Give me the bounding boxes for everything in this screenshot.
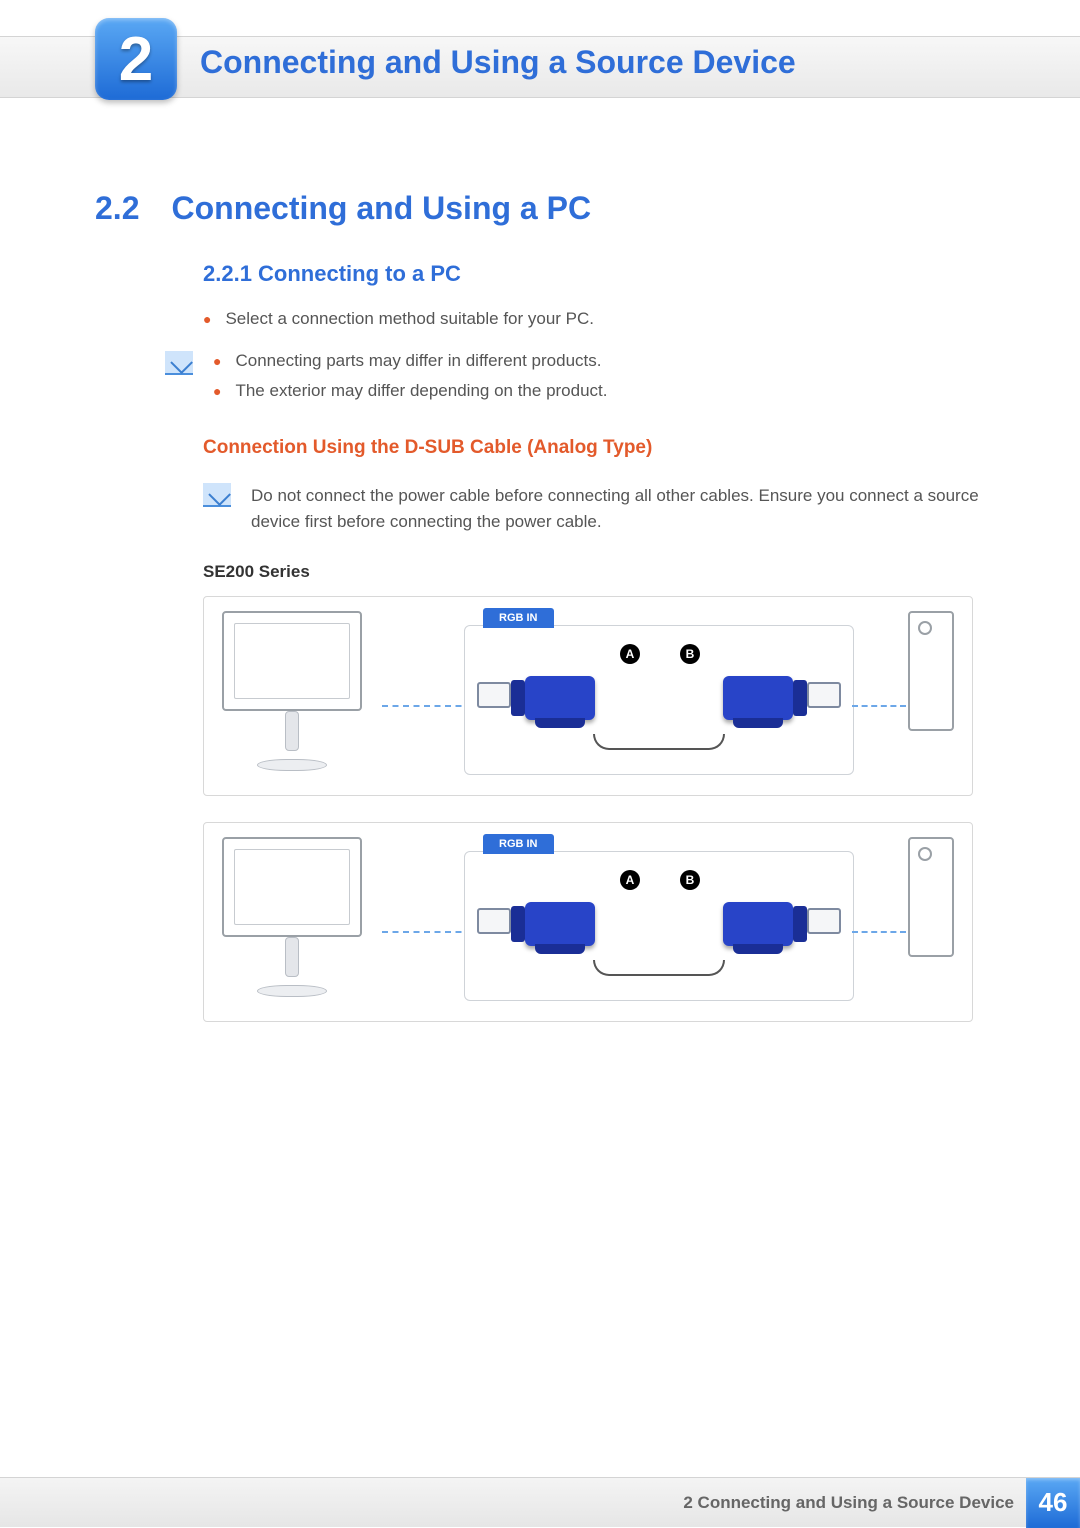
page-body: 2.2 Connecting and Using a PC 2.2.1 Conn…: [95, 190, 985, 1022]
note-list: ● Connecting parts may differ in differe…: [213, 351, 985, 411]
section-heading: 2.2 Connecting and Using a PC: [95, 190, 985, 227]
chapter-title: Connecting and Using a Source Device: [200, 44, 796, 81]
subsection-heading: 2.2.1 Connecting to a PC: [203, 261, 985, 287]
bullet-icon: ●: [203, 309, 211, 329]
note-item: ● Connecting parts may differ in differe…: [213, 351, 985, 371]
cable-line-icon: [593, 960, 725, 976]
note-icon: [165, 351, 193, 375]
dsub-heading: Connection Using the D-SUB Cable (Analog…: [203, 437, 985, 459]
series-label: SE200 Series: [203, 562, 985, 582]
intro-bullet-text: Select a connection method suitable for …: [225, 309, 594, 329]
dashed-line-icon: [852, 931, 906, 933]
port-slot-icon: [807, 682, 841, 708]
dsub-connector-icon: [525, 676, 595, 720]
chapter-number-badge: 2: [95, 18, 177, 100]
note-item: ● The exterior may differ depending on t…: [213, 381, 985, 401]
pc-tower-icon: [908, 837, 954, 957]
bullet-icon: ●: [213, 351, 221, 371]
page-footer: 2 Connecting and Using a Source Device 4…: [0, 1477, 1080, 1527]
connection-diagram: RGB IN A B: [203, 822, 973, 1022]
diagram-stack: RGB IN A B RGB IN A: [203, 596, 985, 1022]
note-icon: [203, 483, 231, 507]
badge-a: A: [620, 644, 640, 664]
dashed-line-icon: [382, 931, 472, 933]
badge-b: B: [680, 644, 700, 664]
footer-chapter-ref: 2 Connecting and Using a Source Device: [683, 1493, 1014, 1513]
cable-panel: RGB IN A B: [464, 851, 854, 1001]
port-label: RGB IN: [483, 608, 554, 628]
note-text: Connecting parts may differ in different…: [235, 351, 601, 371]
port-slot-icon: [477, 682, 511, 708]
pc-tower-icon: [908, 611, 954, 731]
dashed-line-icon: [852, 705, 906, 707]
note-text: The exterior may differ depending on the…: [235, 381, 607, 401]
cable-panel: RGB IN A B: [464, 625, 854, 775]
dsub-connector-icon: [723, 902, 793, 946]
monitor-rear-icon: [222, 837, 382, 1007]
port-label: RGB IN: [483, 834, 554, 854]
dashed-line-icon: [382, 705, 472, 707]
note-block-warning: Do not connect the power cable before co…: [203, 483, 985, 536]
bullet-icon: ●: [213, 381, 221, 401]
dsub-connector-icon: [525, 902, 595, 946]
connection-diagram: RGB IN A B: [203, 596, 973, 796]
section-title: Connecting and Using a PC: [171, 190, 591, 227]
page-number: 46: [1026, 1478, 1080, 1528]
intro-bullet: ● Select a connection method suitable fo…: [203, 309, 985, 329]
dsub-connector-icon: [723, 676, 793, 720]
port-slot-icon: [807, 908, 841, 934]
port-slot-icon: [477, 908, 511, 934]
badge-b: B: [680, 870, 700, 890]
chapter-number: 2: [119, 24, 153, 95]
note-block-intro: ● Connecting parts may differ in differe…: [165, 351, 985, 411]
monitor-rear-icon: [222, 611, 382, 781]
badge-a: A: [620, 870, 640, 890]
warning-text: Do not connect the power cable before co…: [251, 483, 985, 536]
cable-line-icon: [593, 734, 725, 750]
section-number: 2.2: [95, 190, 139, 227]
